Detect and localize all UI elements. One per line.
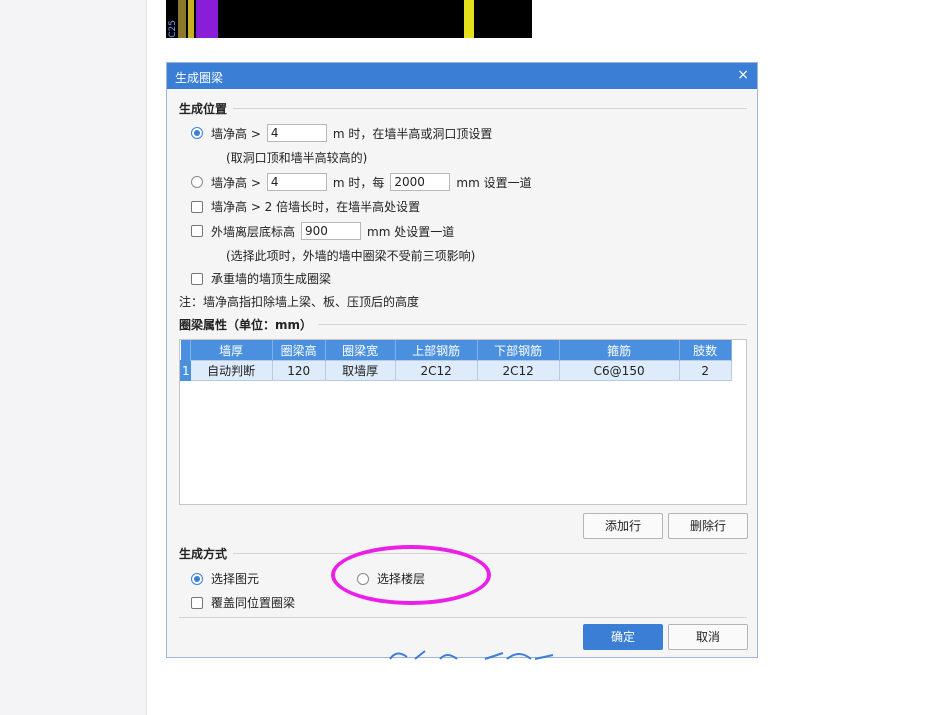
col-header[interactable]: 箍筋 <box>559 340 680 361</box>
close-icon[interactable]: × <box>737 67 749 83</box>
delete-row-button[interactable]: 删除行 <box>668 513 748 539</box>
footer-divider <box>179 617 747 618</box>
height-note: 注：墙净高指扣除墙上梁、板、压顶后的高度 <box>179 293 419 310</box>
select-element-label: 选择图元 <box>211 572 260 586</box>
table-cell[interactable]: 2C12 <box>476 360 560 381</box>
table-cell[interactable]: 120 <box>271 360 326 381</box>
opt4-prefix: 外墙离层底标高 <box>211 224 296 239</box>
method-select-element: 选择图元 <box>191 570 259 587</box>
method-select-floor: 选择楼层 <box>357 570 425 587</box>
opt-exterior-wall-elevation: 外墙离层底标高 900 mm 处设置一道 <box>191 222 454 240</box>
opt1-prefix: 墙净高 > <box>211 126 261 141</box>
select-element-radio[interactable] <box>191 572 203 585</box>
opt-wall-height-interval: 墙净高 > 4 m 时，每 2000 mm 设置一道 <box>191 173 532 191</box>
col-header[interactable]: 下部钢筋 <box>477 340 560 361</box>
section-divider <box>179 553 747 554</box>
cad-element <box>178 0 186 38</box>
section-divider <box>179 108 747 109</box>
overwrite-checkbox[interactable] <box>191 596 203 609</box>
watermark <box>385 646 560 662</box>
opt4-note: (选择此项时，外墙的墙中圈梁不受前三项影响) <box>226 247 475 264</box>
dialog-title: 生成圈梁 <box>175 71 224 85</box>
col-header[interactable]: 圈梁高 <box>272 340 326 361</box>
opt3-label: 墙净高 > 2 倍墙长时，在墙半高处设置 <box>211 200 421 214</box>
cad-preview: C25 <box>166 0 532 38</box>
cad-element <box>464 0 474 38</box>
opt1-note: (取洞口顶和墙半高较高的) <box>226 149 367 166</box>
opt2-radio[interactable] <box>191 176 203 188</box>
col-header[interactable]: 肢数 <box>679 340 732 361</box>
ok-button[interactable]: 确定 <box>583 624 663 650</box>
table-cell[interactable]: 自动判断 <box>189 360 273 381</box>
watermark-strokes <box>389 650 554 660</box>
dialog-titlebar: 生成圈梁 × <box>167 63 757 89</box>
generate-ring-beam-dialog: 生成圈梁 × 生成位置 墙净高 > 4 m 时，在墙半高或洞口顶设置 (取洞口顶… <box>166 62 758 658</box>
props-section-title: 圈梁属性（单位：mm） <box>179 316 319 333</box>
opt3-checkbox[interactable] <box>191 200 203 213</box>
left-panel <box>0 0 147 715</box>
opt4-suffix: mm 处设置一道 <box>367 224 455 239</box>
col-header[interactable]: 墙厚 <box>190 340 273 361</box>
opt2-mid: m 时，每 <box>332 175 385 190</box>
opt1-height-input[interactable]: 4 <box>266 124 327 142</box>
height-note-text: 注：墙净高指扣除墙上梁、板、压顶后的高度 <box>179 295 420 309</box>
row-header-corner <box>180 340 191 361</box>
opt1-radio[interactable] <box>191 127 203 139</box>
add-row-button[interactable]: 添加行 <box>583 513 663 539</box>
opt-double-wall-length: 墙净高 > 2 倍墙长时，在墙半高处设置 <box>191 198 420 215</box>
cad-element <box>196 0 218 38</box>
cad-label: C25 <box>168 20 178 38</box>
opt1-suffix: m 时，在墙半高或洞口顶设置 <box>332 126 493 141</box>
opt2-interval-input[interactable]: 2000 <box>390 173 451 191</box>
opt-wall-height-half: 墙净高 > 4 m 时，在墙半高或洞口顶设置 <box>191 124 492 142</box>
cad-element <box>188 0 194 38</box>
method-section-title: 生成方式 <box>179 545 234 562</box>
opt-bearing-wall-top: 承重墙的墙顶生成圈梁 <box>191 270 331 287</box>
table-cell[interactable]: 2 <box>678 360 732 381</box>
table-cell[interactable]: C6@150 <box>558 360 680 381</box>
opt2-height-input[interactable]: 4 <box>266 173 327 191</box>
opt2-prefix: 墙净高 > <box>211 175 261 190</box>
table-cell[interactable]: 2C12 <box>394 360 478 381</box>
method-overwrite: 覆盖同位置圈梁 <box>191 594 295 611</box>
position-section-title: 生成位置 <box>179 100 234 117</box>
table-row[interactable]: 1 自动判断 120 取墙厚 2C12 2C12 C6@150 2 <box>180 360 732 381</box>
opt4-checkbox[interactable] <box>191 225 203 237</box>
opt1-note-text: (取洞口顶和墙半高较高的) <box>226 151 368 165</box>
opt5-checkbox[interactable] <box>191 272 203 285</box>
select-floor-label: 选择楼层 <box>377 572 426 586</box>
table-cell[interactable]: 取墙厚 <box>324 360 396 381</box>
opt4-elevation-input[interactable]: 900 <box>301 222 362 240</box>
cancel-button[interactable]: 取消 <box>668 624 748 650</box>
opt2-suffix: mm 设置一道 <box>456 175 532 190</box>
col-header[interactable]: 上部钢筋 <box>395 340 478 361</box>
row-index[interactable]: 1 <box>180 360 191 381</box>
opt5-label: 承重墙的墙顶生成圈梁 <box>211 272 332 286</box>
opt4-note-text: (选择此项时，外墙的墙中圈梁不受前三项影响) <box>226 249 476 263</box>
select-floor-radio[interactable] <box>357 572 369 585</box>
beam-properties-table: 墙厚 圈梁高 圈梁宽 上部钢筋 下部钢筋 箍筋 肢数 1 自动判断 120 取墙… <box>179 339 747 505</box>
overwrite-label: 覆盖同位置圈梁 <box>211 596 296 610</box>
properties-grid: 墙厚 圈梁高 圈梁宽 上部钢筋 下部钢筋 箍筋 肢数 1 自动判断 120 取墙… <box>180 340 732 381</box>
table-header-row: 墙厚 圈梁高 圈梁宽 上部钢筋 下部钢筋 箍筋 肢数 <box>180 340 732 361</box>
col-header[interactable]: 圈梁宽 <box>325 340 396 361</box>
